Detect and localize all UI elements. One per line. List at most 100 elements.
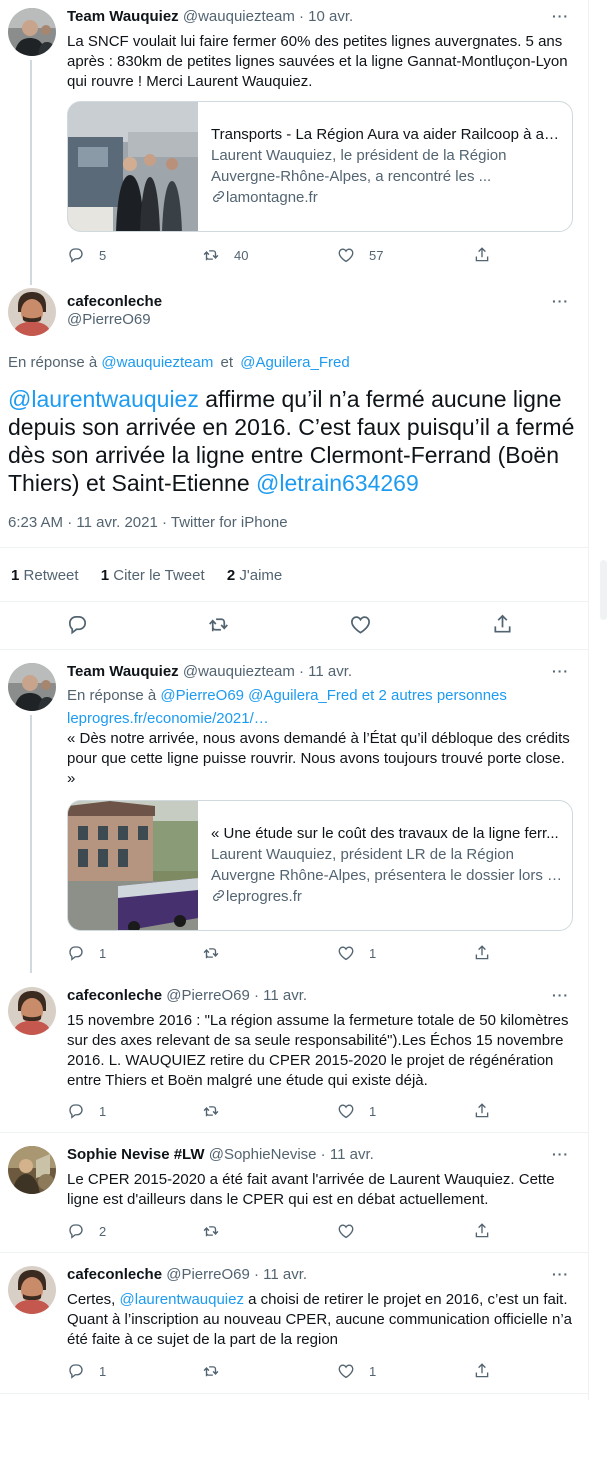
display-name[interactable]: Sophie Nevise #LW xyxy=(67,1146,205,1163)
card-description-line-2: Auvergne-Rhône-Alpes, a rencontré les ..… xyxy=(211,168,492,185)
display-name[interactable]: cafeconleche xyxy=(67,1266,162,1283)
retweet-icon xyxy=(202,944,220,962)
focused-tweet: cafeconleche @PierreO69 ··· En réponse à… xyxy=(0,285,589,655)
tweet-actions: 1 1 xyxy=(67,1102,497,1122)
display-name[interactable]: cafeconleche xyxy=(67,987,162,1004)
retweet-icon xyxy=(202,1222,220,1240)
dot-separator: · xyxy=(294,8,309,25)
tweet-team-wauquiez-1[interactable]: Team Wauquiez @wauquiezteam · 10 avr. ··… xyxy=(0,0,589,285)
tweet-team-wauquiez-2[interactable]: Team Wauquiez @wauquiezteam · 11 avr. ··… xyxy=(0,655,589,973)
tweet-cafeconleche-reply-1[interactable]: cafeconleche @PierreO69 · 11 avr. ··· 15… xyxy=(0,979,589,1124)
avatar[interactable] xyxy=(8,987,56,1035)
timestamp[interactable]: 11 avr. xyxy=(263,1266,307,1283)
dot-separator: · xyxy=(249,987,264,1004)
handle[interactable]: @SophieNevise xyxy=(209,1146,317,1163)
share-button[interactable] xyxy=(473,944,491,962)
thread-connector xyxy=(30,60,32,285)
more-icon[interactable]: ··· xyxy=(552,987,569,1003)
display-name[interactable]: Team Wauquiez xyxy=(67,663,179,680)
retweet-button[interactable] xyxy=(202,944,234,962)
reply-prefix: En réponse à xyxy=(67,687,157,704)
share-icon xyxy=(473,944,491,962)
reply-context: En réponse à @PierreO69 @Aguilera_Fred e… xyxy=(67,687,507,704)
reply-button[interactable]: 5 xyxy=(67,246,106,264)
retweets-stat[interactable]: 1 Retweet xyxy=(11,567,79,584)
retweet-button[interactable]: 40 xyxy=(202,246,248,264)
url-link[interactable]: leprogres.fr/economie/2021/… xyxy=(67,709,572,729)
retweet-button[interactable] xyxy=(202,1222,234,1240)
avatar-image-icon xyxy=(8,8,56,56)
share-button[interactable] xyxy=(473,1222,491,1240)
more-icon[interactable]: ··· xyxy=(552,8,569,24)
avatar[interactable] xyxy=(8,663,56,711)
reply-button[interactable]: 2 xyxy=(67,1222,106,1240)
timestamp[interactable]: 11 avr. xyxy=(263,987,307,1004)
retweet-button[interactable] xyxy=(202,1102,234,1120)
more-icon[interactable]: ··· xyxy=(552,663,569,679)
quotes-stat[interactable]: 1 Citer le Tweet xyxy=(101,567,205,584)
avatar[interactable] xyxy=(8,1146,56,1194)
more-icon[interactable]: ··· xyxy=(552,1266,569,1282)
reply-icon xyxy=(67,944,85,962)
share-button[interactable] xyxy=(473,1102,491,1120)
more-icon[interactable]: ··· xyxy=(552,293,569,309)
reply-count: 1 xyxy=(99,945,107,961)
reply-button[interactable]: 1 xyxy=(67,944,106,962)
like-button[interactable]: 1 xyxy=(337,944,376,962)
mention-link-1[interactable]: @laurentwauquiez xyxy=(8,386,199,412)
card-domain-text: lamontagne.fr xyxy=(226,189,318,206)
tweet-text: @laurentwauquiez affirme qu’il n’a fermé… xyxy=(8,385,583,497)
link-card[interactable]: Transports - La Région Aura va aider Rai… xyxy=(67,101,573,232)
share-button[interactable] xyxy=(473,1362,491,1380)
more-icon[interactable]: ··· xyxy=(552,1146,569,1162)
reply-button[interactable]: 1 xyxy=(67,1102,106,1120)
reply-icon[interactable] xyxy=(66,613,89,636)
display-name[interactable]: cafeconleche xyxy=(67,293,162,310)
handle[interactable]: @PierreO69 xyxy=(67,311,162,328)
display-name[interactable]: Team Wauquiez xyxy=(67,8,179,25)
avatar[interactable] xyxy=(8,1266,56,1314)
dot-separator: · xyxy=(316,1146,330,1163)
link-card[interactable]: « Une étude sur le coût des travaux de l… xyxy=(67,800,573,931)
tweet-meta[interactable]: 6:23 AM · 11 avr. 2021 · Twitter for iPh… xyxy=(8,514,288,531)
card-text: « Une étude sur le coût des travaux de l… xyxy=(211,823,563,907)
reply-to-link[interactable]: @PierreO69 @Aguilera_Fred xyxy=(160,687,357,704)
timestamp[interactable]: 11 avr. xyxy=(330,1146,374,1163)
card-title: Transports - La Région Aura va aider Rai… xyxy=(211,126,563,143)
handle[interactable]: @wauquiezteam xyxy=(183,8,295,25)
avatar[interactable] xyxy=(8,8,56,56)
tweet-text-pre: Certes, xyxy=(67,1291,120,1308)
reply-others-link[interactable]: et 2 autres personnes xyxy=(362,687,507,704)
timestamp[interactable]: 10 avr. xyxy=(308,8,353,25)
timestamp[interactable]: 11 avr. xyxy=(308,663,352,680)
reply-button[interactable]: 1 xyxy=(67,1362,106,1380)
like-icon[interactable] xyxy=(349,613,372,636)
retweet-icon xyxy=(202,1102,220,1120)
share-icon[interactable] xyxy=(491,613,514,636)
tweet-sophie-nevise[interactable]: Sophie Nevise #LW @SophieNevise · 11 avr… xyxy=(0,1138,589,1258)
avatar[interactable] xyxy=(8,288,56,336)
like-button[interactable] xyxy=(337,1222,369,1240)
share-button[interactable] xyxy=(473,246,491,264)
likes-stat-count: 2 xyxy=(226,567,236,584)
handle[interactable]: @PierreO69 xyxy=(166,987,250,1004)
retweet-button[interactable] xyxy=(202,1362,234,1380)
tweet-actions: 5 40 57 xyxy=(67,246,497,266)
like-button[interactable]: 57 xyxy=(337,246,383,264)
dot-separator: · xyxy=(294,663,309,680)
handle[interactable]: @wauquiezteam xyxy=(183,663,295,680)
likes-stat[interactable]: 2 J'aime xyxy=(227,567,282,584)
reply-count: 1 xyxy=(99,1103,107,1119)
dot-separator: · xyxy=(249,1266,264,1283)
tweet-cafeconleche-reply-2[interactable]: cafeconleche @PierreO69 · 11 avr. ··· Ce… xyxy=(0,1258,589,1398)
scrollbar-thumb[interactable] xyxy=(600,560,607,620)
like-button[interactable]: 1 xyxy=(337,1362,376,1380)
mention-link[interactable]: @laurentwauquiez xyxy=(120,1291,244,1308)
handle[interactable]: @PierreO69 xyxy=(166,1266,250,1283)
reply-to-link-1[interactable]: @wauquiezteam xyxy=(101,354,213,371)
mention-link-2[interactable]: @letrain634269 xyxy=(256,470,419,496)
reply-to-link-2[interactable]: @Aguilera_Fred xyxy=(240,354,349,371)
like-button[interactable]: 1 xyxy=(337,1102,376,1120)
retweet-icon[interactable] xyxy=(207,613,230,636)
card-text: Transports - La Région Aura va aider Rai… xyxy=(211,124,563,208)
